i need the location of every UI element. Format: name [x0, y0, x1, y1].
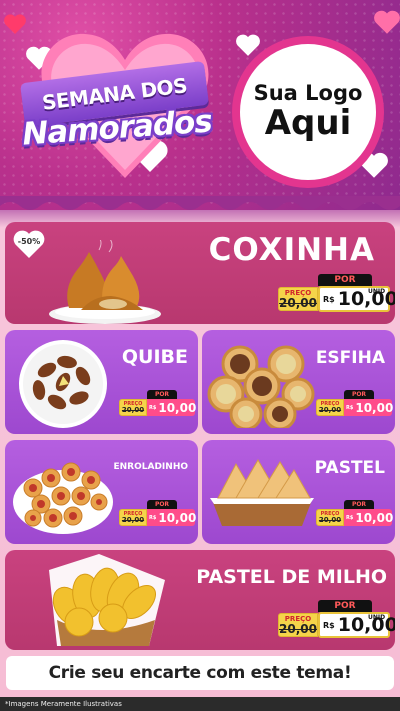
por-label: POR	[147, 390, 177, 399]
price-value: 10,00	[337, 288, 395, 310]
price-tag: POR PREÇO 20,00 R$ 10,00	[316, 390, 394, 416]
currency: R$	[149, 514, 157, 521]
price-tag: POR PREÇO 20,00 R$ 10,00	[119, 390, 197, 416]
preco-box: PREÇO 20,00	[119, 509, 147, 526]
currency: R$	[323, 294, 335, 304]
por-label: POR	[318, 274, 372, 286]
heart-icon	[374, 10, 400, 34]
quibe-image	[19, 340, 107, 428]
old-price: 20,00	[121, 406, 145, 414]
enroladinho-image	[13, 462, 113, 534]
price-tag: POR PREÇO 20,00 R$ 10,00	[316, 500, 394, 526]
preco-box: PREÇO 20,00	[316, 509, 344, 526]
pastel-image	[210, 459, 314, 526]
esfiha-image	[207, 345, 315, 428]
price-tag: POR PREÇO 20,00 R$ 10,00 UNID	[278, 600, 395, 640]
product-card-coxinha: -50% COXINHA POR PREÇO 20,00 R$ 10,00 UN…	[5, 222, 395, 324]
cta-banner: Crie seu encarte com este tema!	[6, 656, 394, 690]
product-card-pastel-de-milho: PASTEL DE MILHO POR PREÇO 20,00 R$ 10,00…	[5, 550, 395, 650]
currency: R$	[346, 404, 354, 411]
old-price: 20,00	[279, 296, 317, 310]
price-tag: POR PREÇO 20,00 R$ 10,00	[119, 500, 197, 526]
preco-box: PREÇO 20,00	[278, 287, 318, 311]
por-label: POR	[344, 390, 374, 399]
current-price: R$ 10,00	[344, 509, 394, 526]
old-price: 20,00	[318, 516, 342, 524]
product-title: ENROLADINHO	[113, 462, 189, 472]
pastel-de-milho-image	[49, 554, 165, 646]
old-price: 20,00	[318, 406, 342, 414]
logo-text-line1: Sua Logo	[253, 80, 363, 105]
unit-label: UNID	[368, 288, 386, 295]
price-value: 10,00	[355, 510, 394, 525]
current-price: R$ 10,00	[344, 399, 394, 416]
product-card-quibe: QUIBE POR PREÇO 20,00 R$ 10,00	[5, 330, 198, 434]
price-value: 10,00	[158, 400, 197, 415]
price-tag: POR PREÇO 20,00 R$ 10,00 UNID	[278, 274, 395, 314]
price-value: 10,00	[355, 400, 394, 415]
current-price: R$ 10,00	[147, 509, 197, 526]
product-title: PASTEL	[314, 458, 385, 478]
unit-label: UNID	[368, 614, 386, 621]
old-price: 20,00	[279, 622, 317, 636]
price-value: 10,00	[158, 510, 197, 525]
logo-text-line2: Aqui	[264, 102, 352, 143]
por-label: POR	[318, 600, 372, 612]
title-line2: Namorados	[21, 103, 213, 153]
heart-icon	[4, 14, 26, 34]
product-title: ESFIHA	[315, 348, 385, 368]
current-price: R$ 10,00	[147, 399, 197, 416]
product-card-pastel: PASTEL POR PREÇO 20,00 R$ 10,00	[202, 440, 395, 544]
header-banner: SEMANA DOS Namorados Sua Logo Aqui	[0, 0, 400, 210]
product-card-enroladinho: ENROLADINHO POR PREÇO 20,00 R$ 10,00	[5, 440, 198, 544]
currency: R$	[149, 404, 157, 411]
currency: R$	[346, 514, 354, 521]
product-title: COXINHA	[208, 232, 375, 268]
heart-icon	[236, 34, 260, 56]
wave-divider	[0, 196, 400, 210]
coxinha-image	[49, 240, 161, 324]
disclaimer-bar: *Imagens Meramente Ilustrativas	[0, 697, 400, 711]
price-value: 10,00	[337, 614, 395, 636]
product-title: QUIBE	[121, 346, 188, 368]
flyer-page: SEMANA DOS Namorados Sua Logo Aqui -50%	[0, 0, 400, 711]
currency: R$	[323, 620, 335, 630]
cta-text: Crie seu encarte com este tema!	[48, 663, 352, 683]
preco-box: PREÇO 20,00	[316, 399, 344, 416]
product-card-esfiha: ESFIHA POR PREÇO 20,00 R$ 10,00	[202, 330, 395, 434]
preco-box: PREÇO 20,00	[119, 399, 147, 416]
product-title: PASTEL DE MILHO	[196, 566, 387, 588]
disclaimer-text: *Imagens Meramente Ilustrativas	[5, 700, 122, 708]
por-label: POR	[147, 500, 177, 509]
por-label: POR	[344, 500, 374, 509]
logo-placeholder: Sua Logo Aqui	[232, 36, 384, 188]
old-price: 20,00	[121, 516, 145, 524]
discount-heart-icon	[13, 230, 45, 258]
preco-box: PREÇO 20,00	[278, 613, 318, 637]
